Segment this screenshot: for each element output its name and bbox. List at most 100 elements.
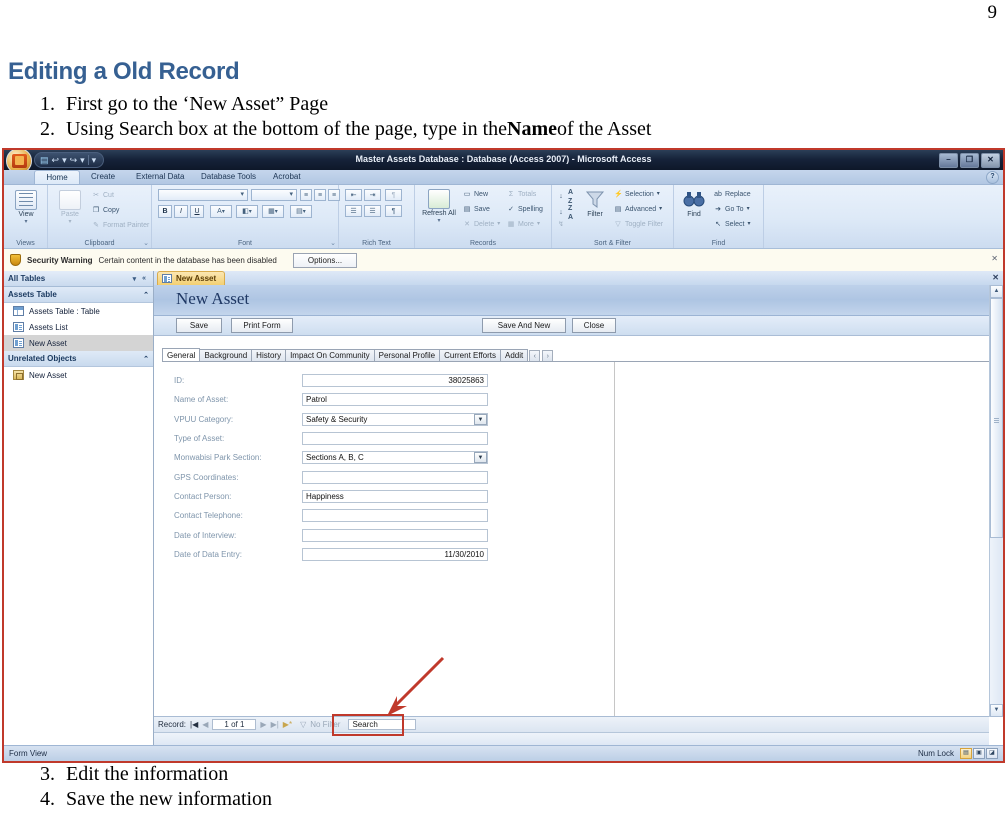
save-button[interactable]: Save — [176, 318, 222, 333]
first-record-button[interactable]: |◀ — [190, 720, 198, 729]
paste-dropdown-icon[interactable]: ▾ — [54, 218, 86, 225]
vpuu-category-combobox[interactable]: Safety & Security ▼ — [302, 412, 488, 426]
next-record-button[interactable]: ▶ — [260, 720, 266, 729]
new-record-button[interactable]: ▶* — [283, 720, 292, 729]
refresh-all-button[interactable]: Refresh All ▾ — [421, 189, 457, 224]
selection-button[interactable]: ⚡ Selection ▾ — [614, 190, 660, 199]
format-painter-button[interactable]: ✎ Format Painter — [92, 221, 149, 230]
spelling-button[interactable]: ✓ Spelling — [507, 205, 543, 214]
ribbon-tab-acrobat[interactable]: Acrobat — [266, 170, 308, 184]
delete-record-button[interactable]: ✕ Delete ▾ — [463, 220, 500, 229]
filter-status[interactable]: ▽ No Filter — [296, 717, 344, 732]
view-dropdown-icon[interactable]: ▾ — [12, 218, 40, 225]
gridlines-button[interactable]: ▦▾ — [262, 205, 284, 218]
scroll-down-icon[interactable]: ▼ — [990, 704, 1003, 717]
underline-button[interactable]: U — [190, 205, 204, 218]
nav-item-unrelated-new-asset[interactable]: New Asset — [4, 367, 153, 383]
increase-indent-button[interactable]: ⇥ — [364, 189, 381, 201]
nav-group-unrelated-objects[interactable]: Unrelated Objects ⌃ — [4, 351, 153, 367]
previous-record-button[interactable]: ◀ — [202, 720, 208, 729]
rtl-text-button[interactable]: ¶ — [385, 205, 402, 217]
id-field[interactable]: 38025863 — [302, 374, 488, 388]
go-to-button[interactable]: ➜ Go To ▾ — [714, 205, 750, 214]
bullet-list-button[interactable]: ☰ — [345, 205, 362, 217]
chevron-down-icon[interactable]: ▾ — [130, 275, 140, 283]
cut-button[interactable]: ✂ Cut — [92, 191, 114, 200]
nav-item-assets-table[interactable]: Assets Table : Table — [4, 303, 153, 319]
vertical-scrollbar[interactable]: ▲ ▼ — [989, 285, 1003, 717]
italic-button[interactable]: I — [174, 205, 188, 218]
security-options-button[interactable]: Options... — [292, 252, 358, 268]
close-document-icon[interactable]: ✕ — [992, 273, 999, 282]
chevron-down-icon[interactable]: ▼ — [474, 452, 487, 464]
fill-color-button[interactable]: ◧▾ — [236, 205, 258, 218]
align-left-button[interactable]: ≡ — [300, 189, 312, 201]
date-of-data-entry-field[interactable]: 11/30/2010 — [302, 547, 488, 561]
monwabisi-park-section-combobox[interactable]: Sections A, B, C ▼ — [302, 451, 488, 465]
chevron-up-icon[interactable]: ⌃ — [143, 355, 149, 363]
name-of-asset-field[interactable]: Patrol — [302, 393, 488, 407]
chevron-up-icon[interactable]: ⌃ — [143, 291, 149, 299]
totals-button[interactable]: Σ Totals — [507, 190, 536, 199]
layout-view-icon[interactable]: ▣ — [973, 748, 985, 759]
replace-button[interactable]: ab Replace — [714, 190, 751, 199]
toggle-filter-button[interactable]: ▽ Toggle Filter — [614, 220, 663, 229]
find-button[interactable]: Find — [679, 190, 709, 218]
align-center-button[interactable]: ≡ — [314, 189, 326, 201]
ltr-text-button[interactable]: ¶ — [385, 189, 402, 201]
filter-button[interactable]: Filter — [580, 190, 610, 218]
save-and-new-button[interactable]: Save And New — [482, 318, 566, 333]
horizontal-scrollbar[interactable] — [154, 732, 989, 746]
gps-coordinates-field[interactable] — [302, 470, 488, 484]
date-of-interview-field[interactable] — [302, 528, 488, 542]
print-form-button[interactable]: Print Form — [231, 318, 293, 333]
sort-descending-button[interactable]: ↓ Z A — [557, 204, 573, 222]
paste-button[interactable]: Paste ▾ — [54, 190, 86, 225]
clear-sort-button[interactable]: ↯ — [557, 221, 565, 229]
document-tab-new-asset[interactable]: New Asset — [157, 271, 226, 285]
ribbon-tab-external-data[interactable]: External Data — [129, 170, 191, 184]
contact-person-field[interactable]: Happiness — [302, 489, 488, 503]
nav-group-assets-table[interactable]: Assets Table ⌃ — [4, 287, 153, 303]
close-icon[interactable]: ✕ — [991, 254, 998, 263]
help-icon[interactable]: ? — [986, 171, 999, 184]
chevron-down-icon[interactable]: ▼ — [474, 413, 487, 425]
search-input[interactable]: Search — [348, 719, 417, 730]
form-tab-general[interactable]: General — [162, 348, 201, 362]
new-record-button[interactable]: ▭ New — [463, 190, 488, 199]
more-button[interactable]: ▦ More ▾ — [507, 220, 540, 229]
close-button[interactable]: Close — [572, 318, 616, 333]
ribbon-tab-home[interactable]: Home — [34, 170, 80, 184]
design-view-icon[interactable]: ◪ — [986, 748, 998, 759]
ribbon-tab-database-tools[interactable]: Database Tools — [194, 170, 263, 184]
font-dialog-launcher-icon[interactable]: ⌄ — [330, 239, 336, 247]
font-family-select[interactable]: ▾ — [158, 189, 248, 201]
advanced-button[interactable]: ▤ Advanced ▾ — [614, 205, 662, 214]
form-view-icon[interactable]: ▤ — [960, 748, 972, 759]
scroll-up-icon[interactable]: ▲ — [990, 285, 1003, 298]
collapse-pane-icon[interactable]: « — [139, 275, 149, 282]
ribbon-tab-create[interactable]: Create — [84, 170, 122, 184]
copy-button[interactable]: ❐ Copy — [92, 206, 119, 215]
minimize-button[interactable]: – — [939, 153, 958, 168]
nav-item-assets-list[interactable]: Assets List — [4, 319, 153, 335]
contact-telephone-field[interactable] — [302, 509, 488, 523]
navigation-pane-header[interactable]: All Tables ▾ « — [4, 271, 153, 287]
decrease-indent-button[interactable]: ⇤ — [345, 189, 362, 201]
refresh-dropdown-icon[interactable]: ▾ — [421, 217, 457, 224]
type-of-asset-field[interactable] — [302, 432, 488, 446]
last-record-button[interactable]: ▶| — [271, 720, 279, 729]
close-button[interactable]: ✕ — [981, 153, 1000, 168]
select-button[interactable]: ↖ Select ▾ — [714, 220, 750, 229]
nav-item-new-asset[interactable]: New Asset — [4, 335, 153, 351]
font-size-select[interactable]: ▾ — [251, 189, 297, 201]
record-counter[interactable]: 1 of 1 — [212, 719, 257, 730]
alternate-fill-button[interactable]: ▤▾ — [290, 205, 312, 218]
clipboard-dialog-launcher-icon[interactable]: ⌄ — [143, 239, 149, 247]
restore-button[interactable]: ❐ — [960, 153, 979, 168]
bold-button[interactable]: B — [158, 205, 172, 218]
view-button[interactable]: View ▾ — [12, 190, 40, 225]
scrollbar-thumb[interactable] — [990, 298, 1003, 538]
save-record-button[interactable]: ▤ Save — [463, 205, 490, 214]
numbered-list-button[interactable]: ☰ — [364, 205, 381, 217]
